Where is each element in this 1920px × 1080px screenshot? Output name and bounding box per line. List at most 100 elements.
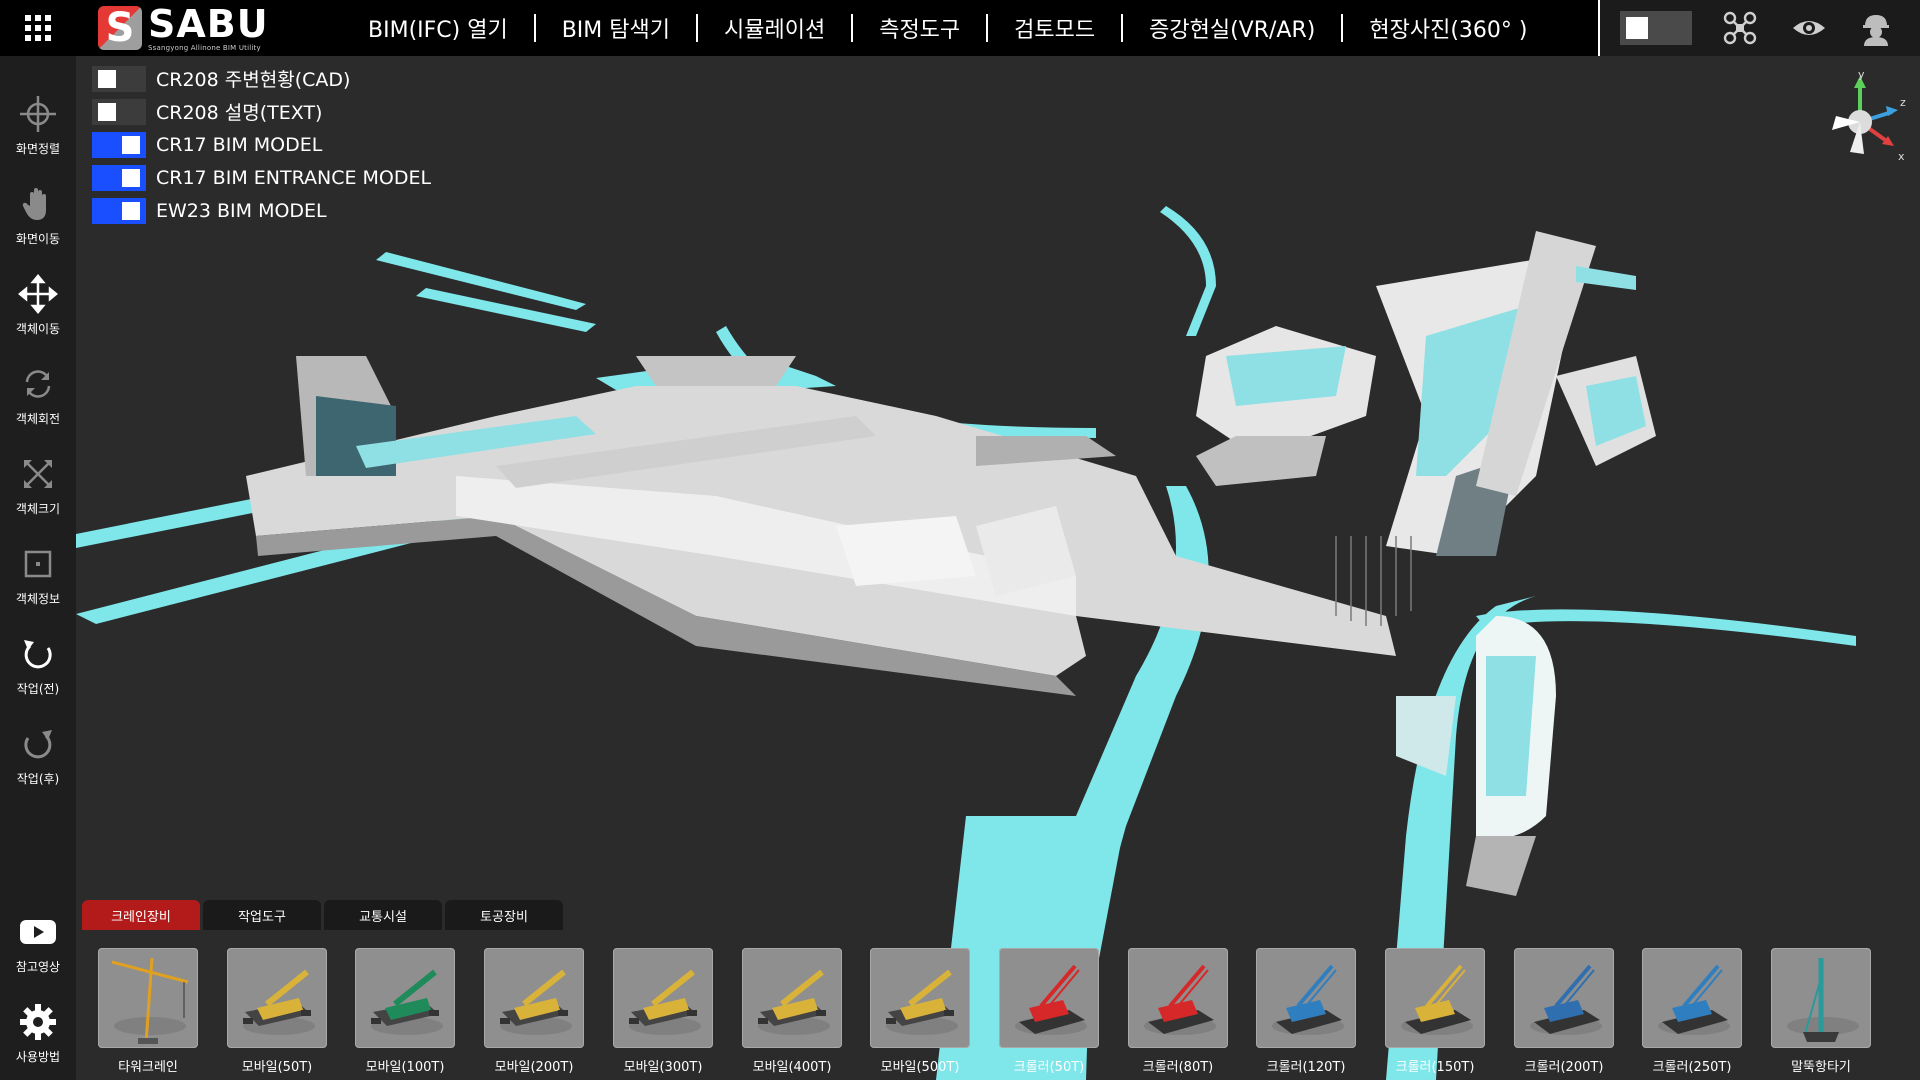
- layer-row: CR17 BIM ENTRANCE MODEL: [92, 161, 431, 194]
- crane-icon: [1530, 964, 1602, 1035]
- crane-icon: [629, 969, 701, 1035]
- equipment-thumbnail: [613, 948, 713, 1048]
- tool-label: 객체크기: [15, 502, 61, 516]
- equipment-label: 모바일(50T): [241, 1060, 313, 1075]
- equipment-label: 모바일(300T): [623, 1060, 703, 1075]
- crane-icon: [886, 969, 958, 1035]
- layer-toggle[interactable]: [92, 65, 146, 92]
- equipment-tabs: 크레인장비 작업도구 교통시설 토공장비: [82, 900, 566, 930]
- menu-measure-tools[interactable]: 측정도구: [853, 12, 986, 44]
- crane-icon: [500, 969, 572, 1035]
- axis-label-x: x: [1898, 150, 1905, 163]
- equipment-label: 말뚝항타기: [1791, 1060, 1851, 1075]
- tool-align-view[interactable]: 화면정렬: [0, 80, 76, 160]
- tool-object-info[interactable]: 객체정보: [0, 530, 76, 610]
- layer-row: CR208 설명(TEXT): [92, 95, 431, 128]
- logo-name: SABU: [148, 1, 269, 46]
- move-arrows-icon: [18, 274, 58, 314]
- main-menu: BIM(IFC) 열기 BIM 탐색기 시뮬레이션 측정도구 검토모드 증강현실…: [342, 0, 1553, 56]
- equipment-thumbnail: [1256, 948, 1356, 1048]
- layer-toggle[interactable]: [92, 98, 146, 125]
- tool-label: 객체이동: [15, 322, 61, 336]
- tab-work-tools[interactable]: 작업도구: [203, 900, 321, 930]
- equipment-thumbnail: [1514, 948, 1614, 1048]
- equipment-label: 크롤러(200T): [1524, 1060, 1604, 1075]
- tool-redo[interactable]: 작업(후): [0, 710, 76, 790]
- eye-icon[interactable]: [1791, 10, 1827, 46]
- tab-earthwork-equipment[interactable]: 토공장비: [445, 900, 563, 930]
- equipment-item[interactable]: 모바일(300T): [613, 948, 713, 1075]
- equipment-item[interactable]: 크롤러(150T): [1385, 948, 1485, 1075]
- view-axis-gizmo[interactable]: y z x: [1810, 72, 1910, 172]
- layer-toggle[interactable]: [92, 197, 146, 224]
- equipment-label: 크롤러(50T): [1013, 1060, 1085, 1075]
- crane-icon: [111, 957, 189, 1045]
- equipment-thumbnail: [1385, 948, 1485, 1048]
- equipment-item[interactable]: 크롤러(200T): [1514, 948, 1614, 1075]
- menu-site-photo-360[interactable]: 현장사진(360° ): [1343, 12, 1553, 44]
- equipment-item[interactable]: 모바일(200T): [484, 948, 584, 1075]
- tool-rotate-object[interactable]: 객체회전: [0, 350, 76, 430]
- equipment-item[interactable]: 모바일(500T): [870, 948, 970, 1075]
- layer-name: CR208 설명(TEXT): [156, 102, 323, 124]
- equipment-item[interactable]: 크롤러(250T): [1642, 948, 1742, 1075]
- layer-name: CR17 BIM MODEL: [156, 133, 323, 156]
- equipment-item[interactable]: 크롤러(50T): [999, 948, 1099, 1075]
- crane-icon: [1787, 958, 1859, 1042]
- tool-label: 화면정렬: [15, 142, 61, 156]
- equipment-item[interactable]: 모바일(50T): [227, 948, 327, 1075]
- equipment-thumbnail: [484, 948, 584, 1048]
- layer-toggle[interactable]: [92, 131, 146, 158]
- tab-crane-equipment[interactable]: 크레인장비: [82, 900, 200, 930]
- equipment-label: 크롤러(120T): [1266, 1060, 1346, 1075]
- menu-simulation[interactable]: 시뮬레이션: [698, 12, 851, 44]
- menu-vr-ar[interactable]: 증강현실(VR/AR): [1123, 12, 1341, 44]
- layer-name: EW23 BIM MODEL: [156, 199, 327, 222]
- tool-label: 객체회전: [15, 412, 61, 426]
- hand-icon: [22, 188, 46, 220]
- menu-review-mode[interactable]: 검토모드: [988, 12, 1121, 44]
- equipment-thumbnail: [98, 948, 198, 1048]
- tool-undo[interactable]: 작업(전): [0, 620, 76, 700]
- tool-pan-view[interactable]: 화면이동: [0, 170, 76, 250]
- equipment-thumbnail: [1128, 948, 1228, 1048]
- drone-icon[interactable]: [1722, 10, 1758, 46]
- redo-icon: [24, 730, 52, 759]
- equipment-label: 크롤러(80T): [1142, 1060, 1214, 1075]
- app-grid-icon[interactable]: [0, 0, 76, 56]
- crane-icon: [1272, 964, 1344, 1035]
- equipment-thumbnail: [1771, 948, 1871, 1048]
- equipment-label: 모바일(100T): [365, 1060, 445, 1075]
- crane-icon: [758, 969, 830, 1035]
- equipment-label: 크롤러(150T): [1395, 1060, 1475, 1075]
- user-guide-button[interactable]: 사용방법: [0, 988, 76, 1068]
- tool-scale-object[interactable]: 객체크기: [0, 440, 76, 520]
- crane-icon: [1401, 964, 1473, 1035]
- menu-bim-open[interactable]: BIM(IFC) 열기: [342, 12, 534, 44]
- layer-row: CR208 주변현황(CAD): [92, 62, 431, 95]
- axis-label-z: z: [1900, 96, 1906, 109]
- tool-move-object[interactable]: 객체이동: [0, 260, 76, 340]
- layer-list: CR208 주변현황(CAD) CR208 설명(TEXT) CR17 BIM …: [92, 62, 431, 227]
- equipment-item[interactable]: 말뚝항타기: [1771, 948, 1871, 1075]
- tab-traffic-facilities[interactable]: 교통시설: [324, 900, 442, 930]
- equipment-item[interactable]: 크롤러(120T): [1256, 948, 1356, 1075]
- scale-icon: [24, 460, 52, 488]
- view-toggle[interactable]: [1620, 11, 1692, 45]
- worker-helmet-icon[interactable]: [1858, 10, 1894, 46]
- equipment-label: 타워크레인: [118, 1060, 178, 1075]
- layer-toggle[interactable]: [92, 164, 146, 191]
- equipment-label: 모바일(400T): [752, 1060, 832, 1075]
- equipment-thumbnail: [1642, 948, 1742, 1048]
- equipment-item[interactable]: 모바일(100T): [355, 948, 455, 1075]
- layer-row: EW23 BIM MODEL: [92, 194, 431, 227]
- tool-label: 작업(후): [16, 772, 60, 786]
- equipment-thumbnail: [742, 948, 842, 1048]
- equipment-item[interactable]: 타워크레인: [98, 948, 198, 1075]
- menu-bim-explorer[interactable]: BIM 탐색기: [536, 12, 696, 44]
- reference-video-button[interactable]: 참고영상: [0, 898, 76, 978]
- equipment-item[interactable]: 크롤러(80T): [1128, 948, 1228, 1075]
- layer-row: CR17 BIM MODEL: [92, 128, 431, 161]
- equipment-item[interactable]: 모바일(400T): [742, 948, 842, 1075]
- tool-label: 화면이동: [15, 232, 61, 246]
